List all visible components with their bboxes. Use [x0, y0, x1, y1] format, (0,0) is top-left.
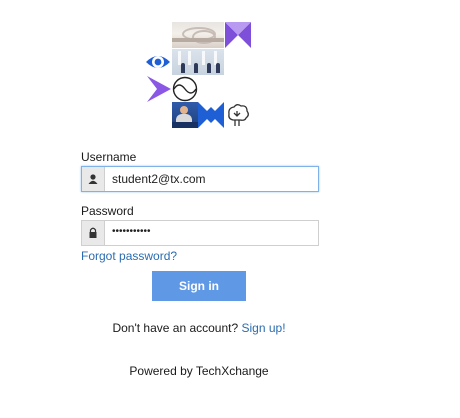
username-addon: [82, 167, 105, 191]
signup-row: Don't have an account? Sign up!: [0, 321, 398, 335]
password-label: Password: [81, 204, 134, 218]
logo-photo-office: [172, 49, 224, 75]
password-addon: [82, 221, 105, 245]
password-field[interactable]: •••••••••••: [81, 220, 319, 246]
signup-prompt: Don't have an account?: [112, 321, 239, 335]
techxchange-logo: [145, 22, 253, 128]
eye-icon: [145, 49, 171, 75]
arrow-icon: [145, 76, 171, 102]
powered-by-footer: Powered by TechXchange: [129, 364, 269, 378]
wave-icon: [172, 76, 198, 102]
username-input[interactable]: [112, 169, 310, 189]
lock-icon: [89, 227, 97, 238]
bowtie-icon: [225, 22, 251, 48]
username-label: Username: [81, 150, 137, 164]
brain-icon: [225, 102, 251, 128]
sign-in-button[interactable]: Sign in: [152, 271, 246, 301]
logo-photo-people: [172, 102, 198, 128]
logo-photo-lobby: [172, 22, 224, 48]
user-icon: [88, 174, 98, 184]
password-input[interactable]: •••••••••••: [112, 226, 151, 237]
username-field[interactable]: [81, 166, 319, 192]
sign-up-link[interactable]: Sign up!: [242, 321, 286, 335]
diamond-icon: [198, 102, 224, 128]
forgot-password-link[interactable]: Forgot password?: [81, 249, 177, 263]
